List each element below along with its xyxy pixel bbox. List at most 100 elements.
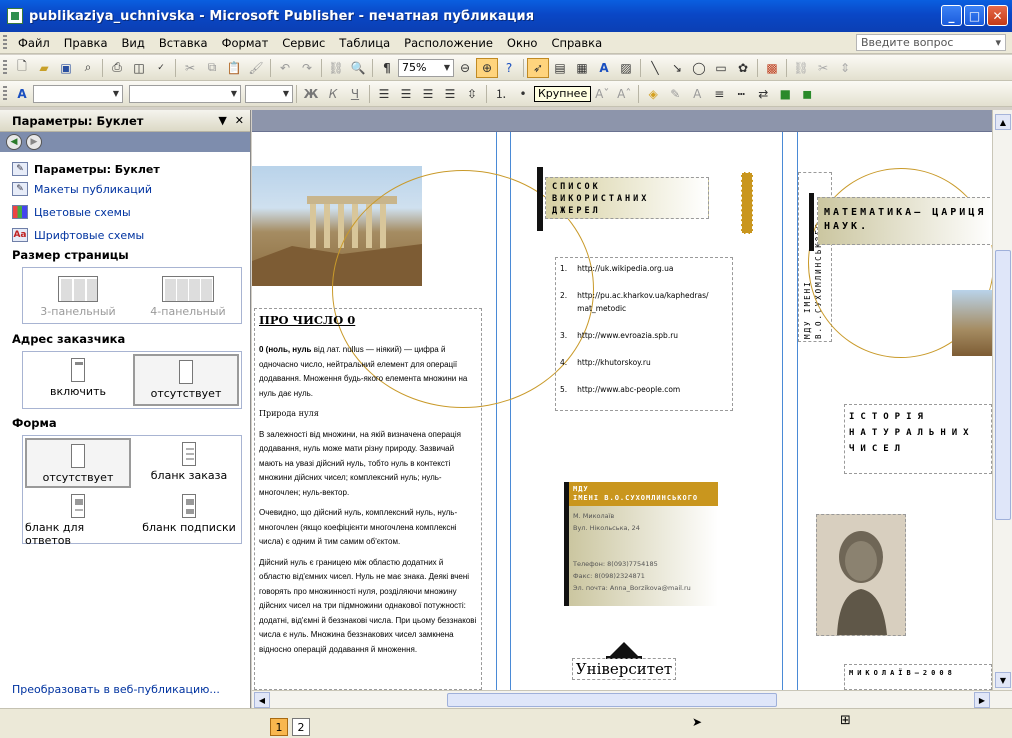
redo-icon[interactable]: ↷	[296, 58, 318, 78]
dash-style-icon[interactable]: ┅	[730, 84, 752, 104]
sources-list[interactable]: 1. http://uk.wikipedia.org.ua 2. http://pu…	[555, 257, 733, 411]
increase-font-icon[interactable]: Aˆ	[613, 84, 635, 104]
vertical-scroll-thumb[interactable]	[995, 250, 1011, 520]
scroll-right-icon[interactable]: ▶	[974, 692, 990, 708]
cover-subtitle-frame[interactable]: ІСТОРІЯ НАТУРАЛЬНИХ ЧИСЕЛ	[844, 404, 992, 474]
page-2-tab[interactable]: 2	[292, 718, 310, 736]
option-response-form[interactable]: бланк для ответов	[25, 494, 131, 547]
decrease-font-icon[interactable]: Aˇ	[591, 84, 613, 104]
menu-view[interactable]: Вид	[115, 36, 152, 50]
undo-icon[interactable]: ↶	[274, 58, 296, 78]
line-color-icon[interactable]: ✎	[664, 84, 686, 104]
back-icon[interactable]: ◀	[6, 134, 22, 150]
link-color-schemes[interactable]: Цветовые схемы	[12, 205, 131, 219]
autoshapes-icon[interactable]: ✿	[732, 58, 754, 78]
page-1-tab[interactable]: 1	[270, 718, 288, 736]
menu-format[interactable]: Формат	[215, 36, 276, 50]
sources-heading-block[interactable]: СПИСОК ВИКОРИСТАНИХ ДЖЕРЕЛ	[537, 167, 757, 234]
university-logo-icon[interactable]	[606, 638, 642, 660]
zoom-tool-icon[interactable]: 🔍	[347, 58, 369, 78]
numbering-icon[interactable]: ⒈	[490, 84, 512, 104]
convert-to-web-link[interactable]: Преобразовать в веб-публикацию...	[12, 683, 220, 696]
oval-icon[interactable]: ◯	[688, 58, 710, 78]
fill-color-icon[interactable]: ◈	[642, 84, 664, 104]
justify-icon[interactable]: ☰	[439, 84, 461, 104]
text-fit-icon[interactable]: ⇕	[834, 58, 856, 78]
scroll-up-icon[interactable]: ▲	[995, 114, 1011, 130]
align-center-icon[interactable]: ☰	[395, 84, 417, 104]
link-publication-designs[interactable]: ✎ Макеты публикаций	[12, 182, 152, 196]
publisher-app-icon[interactable]	[7, 8, 23, 24]
menu-edit[interactable]: Правка	[57, 36, 115, 50]
cut-icon[interactable]: ✂	[179, 58, 201, 78]
toolbar-grip[interactable]	[3, 59, 7, 76]
option-no-form[interactable]: отсутствует	[25, 438, 131, 488]
styles-icon[interactable]: A	[11, 84, 33, 104]
close-button[interactable]: ✕	[987, 5, 1008, 26]
forward-icon[interactable]: ▶	[26, 134, 42, 150]
picture-icon[interactable]: ▨	[615, 58, 637, 78]
style-select[interactable]: ▼	[33, 84, 123, 103]
link-icon[interactable]: ⛓	[790, 58, 812, 78]
italic-button[interactable]: К	[322, 84, 344, 104]
menu-arrange[interactable]: Расположение	[397, 36, 500, 50]
print-icon[interactable]: ⎙	[106, 58, 128, 78]
select-pointer-icon[interactable]: ➶	[527, 57, 549, 78]
text-box-icon[interactable]: ▤	[549, 58, 571, 78]
option-no-address[interactable]: отсутствует	[133, 354, 239, 406]
paste-icon[interactable]: 📋	[223, 58, 245, 78]
option-3-panel[interactable]: 3-панельный	[37, 276, 119, 318]
contact-block[interactable]: МДУ ІМЕНІ В.О.СУХОМЛИНСЬКОГО М. Миколаїв…	[564, 482, 718, 606]
rectangle-icon[interactable]: ▭	[710, 58, 732, 78]
horizontal-scroll-thumb[interactable]	[447, 693, 777, 707]
open-folder-icon[interactable]: ▰	[33, 58, 55, 78]
scroll-left-icon[interactable]: ◀	[254, 692, 270, 708]
horizontal-scrollbar[interactable]: ◀ ▶	[252, 690, 1012, 708]
line-style-icon[interactable]: ≡	[708, 84, 730, 104]
spelling-icon[interactable]: ✓	[150, 58, 172, 78]
scroll-down-icon[interactable]: ▼	[995, 672, 1011, 688]
align-right-icon[interactable]: ☰	[417, 84, 439, 104]
help-icon[interactable]: ?	[498, 58, 520, 78]
font-color-icon[interactable]: A	[686, 84, 708, 104]
menu-grip[interactable]	[3, 34, 7, 51]
option-signup-form[interactable]: бланк подписки	[139, 494, 239, 534]
minimize-button[interactable]: _	[941, 5, 962, 26]
wordart-icon[interactable]: A	[593, 58, 615, 78]
link-publication-options[interactable]: ✎ Параметры: Буклет	[12, 162, 160, 176]
underline-button[interactable]: Ч	[344, 84, 366, 104]
option-order-form[interactable]: бланк заказа	[139, 442, 239, 482]
toolbar-grip[interactable]	[3, 85, 7, 102]
temple-photo-small[interactable]	[952, 290, 992, 356]
help-question-box[interactable]: Введите вопрос ▾	[856, 34, 1006, 51]
save-icon[interactable]: ▣	[55, 58, 77, 78]
link-font-schemes[interactable]: Aa Шрифтовые схемы	[12, 228, 144, 242]
unlink-icon[interactable]: ✂	[812, 58, 834, 78]
zoom-out-icon[interactable]: ⊖	[454, 58, 476, 78]
bold-button[interactable]: Ж	[300, 84, 322, 104]
menu-help[interactable]: Справка	[544, 36, 609, 50]
arrow-style-icon[interactable]: ⇄	[752, 84, 774, 104]
align-left-icon[interactable]: ☰	[373, 84, 395, 104]
line-spacing-icon[interactable]: ⇳	[461, 84, 483, 104]
design-gallery-icon[interactable]: ▩	[761, 58, 783, 78]
shadow-icon[interactable]: ■	[774, 84, 796, 104]
table-icon[interactable]: ▦	[571, 58, 593, 78]
publication-workspace[interactable]: ПРО ЧИСЛО 0 0 (ноль, нуль від лат. nullu…	[252, 110, 992, 690]
cover-title-block[interactable]: МАТЕМАТИКА— ЦАРИЦЯ НАУК.	[809, 193, 992, 251]
university-label[interactable]: Університет	[572, 658, 676, 680]
print-preview-icon[interactable]: ◫	[128, 58, 150, 78]
zoom-select[interactable]: 75% ▼	[398, 58, 454, 77]
copy-icon[interactable]: ⧉	[201, 58, 223, 78]
menu-window[interactable]: Окно	[500, 36, 545, 50]
3d-style-icon[interactable]: ◼	[796, 84, 818, 104]
close-icon[interactable]: ✕	[235, 114, 244, 127]
line-icon[interactable]: ╲	[644, 58, 666, 78]
cover-footer-frame[interactable]: МИКОЛАЇВ—2008	[844, 664, 992, 690]
menu-insert[interactable]: Вставка	[152, 36, 215, 50]
menu-file[interactable]: Файл	[11, 36, 57, 50]
zoom-in-icon[interactable]: ⊕	[476, 57, 498, 78]
bullets-icon[interactable]: •	[512, 84, 534, 104]
article-text-frame[interactable]: ПРО ЧИСЛО 0 0 (ноль, нуль від лат. nullu…	[254, 308, 482, 690]
maximize-button[interactable]: □	[964, 5, 985, 26]
